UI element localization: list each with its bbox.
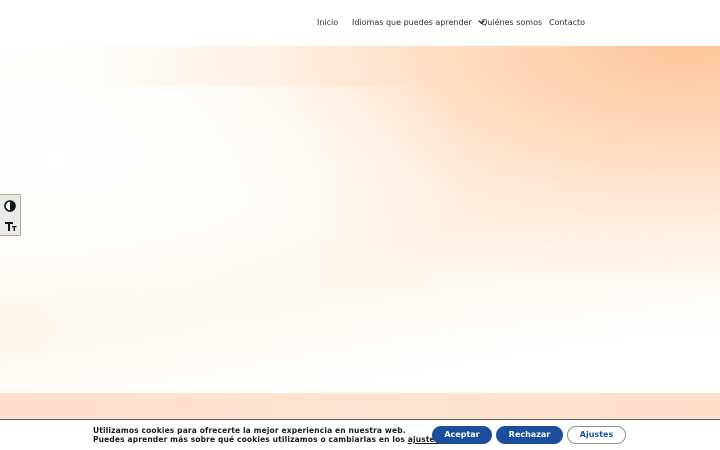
contrast-icon: [4, 197, 16, 216]
cookie-banner: Utilizamos cookies para ofrecerte la mej…: [0, 419, 720, 450]
cookie-message-line2: Puedes aprender más sobre qué cookies ut…: [93, 435, 442, 444]
accept-cookies-button[interactable]: Aceptar: [432, 426, 492, 444]
nav-item-quienes-somos[interactable]: Quiénes somos: [481, 17, 542, 29]
reject-cookies-button[interactable]: Rechazar: [496, 426, 563, 444]
nav-item-inicio[interactable]: Inicio: [317, 17, 338, 29]
hero-section: [0, 46, 720, 394]
text-size-icon: [4, 217, 17, 236]
font-size-toggle-button[interactable]: [2, 218, 18, 234]
cookie-message: Utilizamos cookies para ofrecerte la mej…: [93, 426, 442, 444]
site-header: Inicio Idiomas que puedes aprender Quién…: [0, 0, 720, 46]
contrast-toggle-button[interactable]: [2, 198, 18, 214]
peach-band: [0, 393, 720, 419]
cookie-message-line1: Utilizamos cookies para ofrecerte la mej…: [93, 426, 406, 435]
nav-item-idiomas-label: Idiomas que puedes aprender: [352, 18, 472, 27]
cookie-message-line2-text: Puedes aprender más sobre qué cookies ut…: [93, 435, 408, 444]
cookie-settings-button[interactable]: Ajustes: [567, 426, 626, 444]
accessibility-toolbar: [0, 194, 21, 236]
nav-item-contacto[interactable]: Contacto: [549, 17, 585, 29]
nav-item-idiomas[interactable]: Idiomas que puedes aprender: [352, 17, 485, 29]
